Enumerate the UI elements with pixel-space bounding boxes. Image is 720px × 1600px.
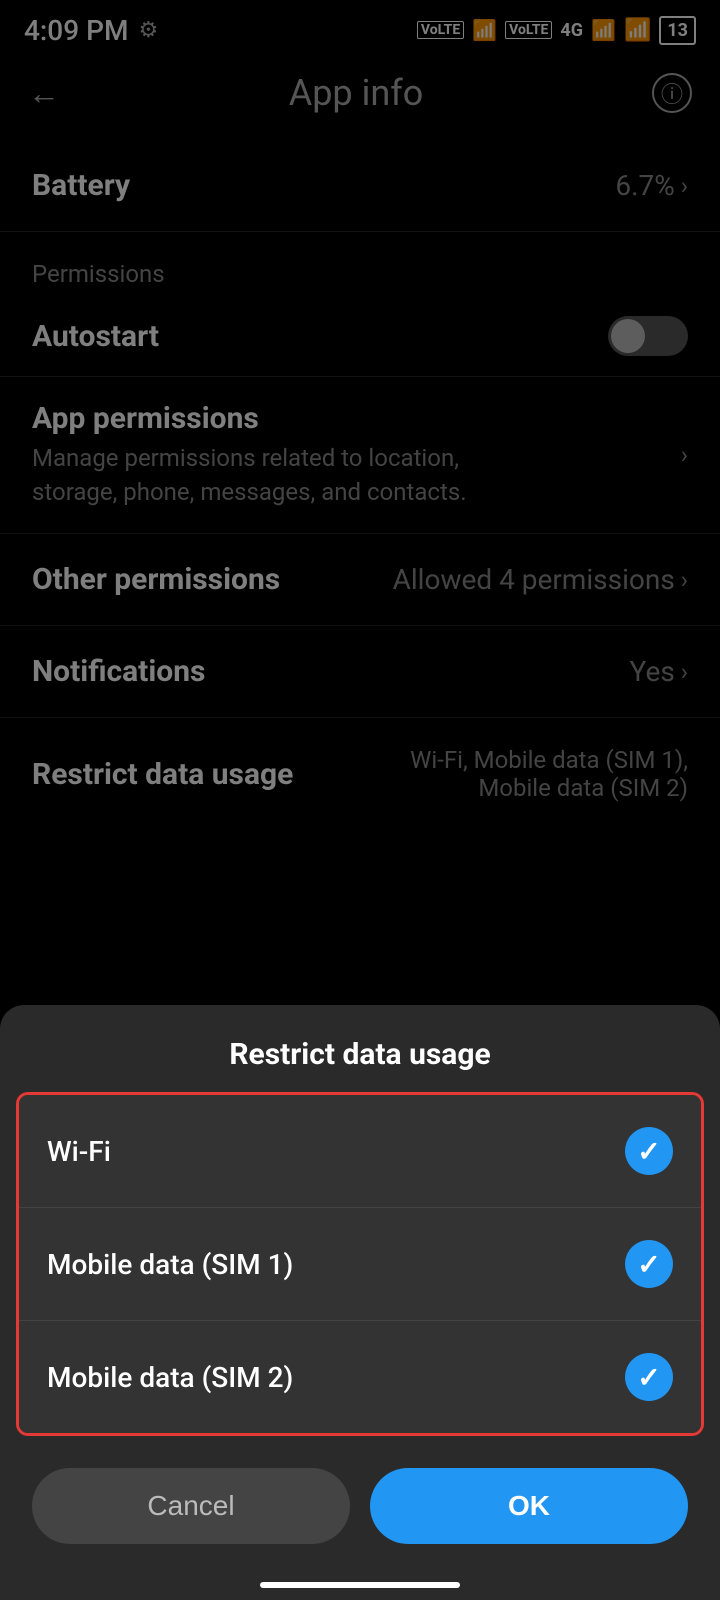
sheet-title: Restrict data usage — [0, 1005, 720, 1092]
wifi-option-label: Wi-Fi — [47, 1135, 111, 1168]
sim2-option-label: Mobile data (SIM 2) — [47, 1361, 293, 1394]
ok-button[interactable]: OK — [370, 1468, 688, 1544]
options-area: Wi-Fi ✓ Mobile data (SIM 1) ✓ Mobile dat… — [16, 1092, 704, 1436]
wifi-checkmark-icon: ✓ — [637, 1135, 660, 1168]
action-buttons: Cancel OK — [0, 1444, 720, 1560]
wifi-option-row[interactable]: Wi-Fi ✓ — [19, 1095, 701, 1208]
cancel-button[interactable]: Cancel — [32, 1468, 350, 1544]
home-indicator — [260, 1582, 460, 1588]
sim1-checkmark-icon: ✓ — [637, 1248, 660, 1281]
sim2-checkbox[interactable]: ✓ — [625, 1353, 673, 1401]
sim2-option-row[interactable]: Mobile data (SIM 2) ✓ — [19, 1321, 701, 1433]
sim1-option-label: Mobile data (SIM 1) — [47, 1248, 293, 1281]
sim2-checkmark-icon: ✓ — [637, 1361, 660, 1394]
wifi-checkbox[interactable]: ✓ — [625, 1127, 673, 1175]
bottom-sheet: Restrict data usage Wi-Fi ✓ Mobile data … — [0, 1005, 720, 1600]
sim1-option-row[interactable]: Mobile data (SIM 1) ✓ — [19, 1208, 701, 1321]
sim1-checkbox[interactable]: ✓ — [625, 1240, 673, 1288]
